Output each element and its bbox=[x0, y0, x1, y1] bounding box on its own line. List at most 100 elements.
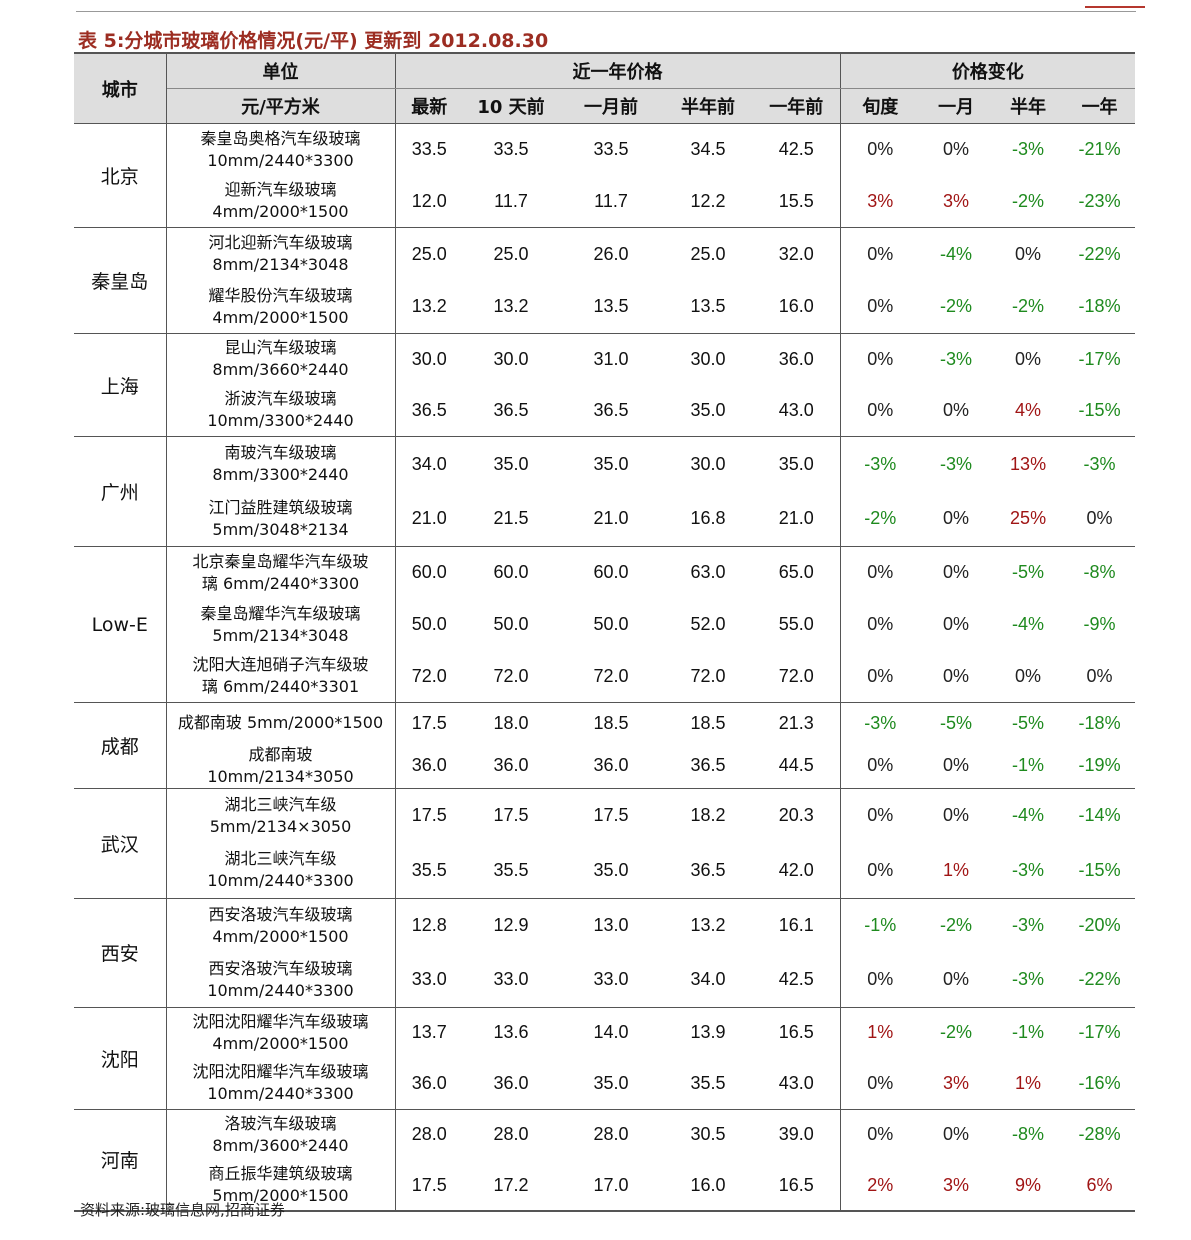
change-cell: 1% bbox=[920, 843, 993, 899]
city-cell: 成都 bbox=[74, 702, 167, 789]
unit-cell: 河北迎新汽车级玻璃 8mm/2134*3048 bbox=[166, 227, 396, 281]
change-cell: -2% bbox=[940, 915, 973, 936]
header-col-10d: 10 天前 bbox=[463, 88, 559, 124]
price-cell: 65.0 bbox=[753, 546, 841, 599]
unit-line: 迎新汽车级玻璃 bbox=[224, 180, 337, 200]
change-cell: 0% bbox=[1015, 243, 1042, 264]
price-cell: 43.0 bbox=[753, 1058, 841, 1110]
change-cell: -23% bbox=[1064, 175, 1136, 228]
change-cell: -28% bbox=[1078, 1124, 1121, 1145]
header-city: 城市 bbox=[74, 52, 167, 124]
table-row: 耀华股份汽车级玻璃 4mm/2000*1500 13.2 13.2 13.5 13.5 16… bbox=[74, 280, 1136, 334]
unit-cell: 沈阳沈阳耀华汽车级玻璃 10mm/2440*3300 bbox=[166, 1058, 396, 1110]
price-cell: 17.0 bbox=[559, 1160, 663, 1212]
price-cell: 50.0 bbox=[411, 614, 447, 634]
price-cell: 44.5 bbox=[753, 743, 841, 789]
price-cell: 35.0 bbox=[663, 384, 753, 437]
city-cell: 北京 bbox=[74, 123, 167, 228]
unit-line: 沈阳沈阳耀华汽车级玻璃 bbox=[192, 1062, 369, 1082]
change-cell: -4% bbox=[940, 243, 973, 264]
unit-cell: 耀华股份汽车级玻璃 4mm/2000*1500 bbox=[166, 280, 396, 334]
price-cell: 36.0 bbox=[559, 743, 663, 789]
unit-cell: 成都南玻 10mm/2134*3050 bbox=[166, 743, 396, 789]
corner-mark bbox=[1085, 0, 1145, 8]
change-cell: 0% bbox=[920, 953, 993, 1008]
price-cell: 13.6 bbox=[493, 1022, 529, 1043]
price-cell: 33.0 bbox=[395, 953, 463, 1008]
unit-cell: 洛玻汽车级玻璃 8mm/3600*2440 bbox=[166, 1109, 396, 1160]
change-cell: 2% bbox=[840, 1160, 921, 1212]
header-col-chg-1m: 一月 bbox=[920, 88, 993, 124]
change-cell: -1% bbox=[1012, 1022, 1045, 1043]
price-cell: 36.5 bbox=[663, 743, 753, 789]
price-cell: 15.5 bbox=[753, 175, 841, 228]
change-cell: 1% bbox=[867, 1022, 894, 1043]
price-cell: 28.0 bbox=[493, 1124, 529, 1145]
unit-line: 浙波汽车级玻璃 bbox=[224, 389, 337, 409]
header-col-chg-1y: 一年 bbox=[1064, 88, 1136, 124]
unit-line: 湖北三峡汽车级 bbox=[224, 849, 337, 869]
unit-line: 璃 6mm/2440*3300 bbox=[201, 573, 360, 593]
unit-cell: 昆山汽车级玻璃 8mm/3660*2440 bbox=[166, 333, 396, 385]
unit-line: 5mm/2134*3048 bbox=[212, 625, 349, 645]
price-cell: 33.0 bbox=[559, 953, 663, 1008]
change-cell: -4% bbox=[1012, 805, 1045, 826]
unit-line: 8mm/3660*2440 bbox=[212, 360, 349, 380]
header-unit-sub: 元/平方米 bbox=[166, 88, 396, 124]
table-row: 武汉 湖北三峡汽车级 5mm/2134×3050 17.5 17.5 17.5 18.2 20… bbox=[74, 788, 1135, 899]
change-cell: 0% bbox=[840, 743, 921, 789]
unit-line: 昆山汽车级玻璃 bbox=[224, 338, 337, 358]
price-cell: 13.2 bbox=[395, 280, 463, 334]
price-cell: 60.0 bbox=[411, 562, 447, 583]
price-cell: 21.0 bbox=[395, 491, 463, 547]
price-cell: 34.0 bbox=[411, 453, 447, 474]
header-col-chg-6m: 半年 bbox=[992, 88, 1065, 124]
price-cell: 36.5 bbox=[559, 384, 663, 437]
price-cell: 35.0 bbox=[559, 843, 663, 899]
price-cell: 36.0 bbox=[463, 1058, 559, 1110]
price-cell: 60.0 bbox=[593, 562, 629, 583]
price-cell: 25.0 bbox=[411, 243, 447, 264]
price-cell: 25.0 bbox=[493, 243, 529, 264]
change-cell: 0% bbox=[867, 1124, 894, 1145]
unit-cell: 湖北三峡汽车级 10mm/2440*3300 bbox=[166, 843, 396, 899]
table-row: 上海 昆山汽车级玻璃 8mm/3660*2440 30.0 30.0 31.0 30.0 36… bbox=[74, 333, 1135, 437]
price-cell: 13.5 bbox=[663, 280, 753, 334]
price-cell: 72.0 bbox=[463, 650, 559, 703]
change-cell: 0% bbox=[867, 243, 894, 264]
price-cell: 35.5 bbox=[395, 843, 463, 899]
table-row: 河南 洛玻汽车级玻璃 8mm/3600*2440 28.0 28.0 28.0 30.5 39… bbox=[74, 1109, 1135, 1212]
unit-line: 商丘振华建筑级玻璃 bbox=[208, 1164, 353, 1183]
unit-line: 秦皇岛奥格汽车级玻璃 bbox=[200, 128, 361, 148]
price-cell: 21.0 bbox=[559, 491, 663, 547]
table-title: 表 5:分城市玻璃价格情况(元/平) 更新到 2012.08.30 bbox=[78, 30, 549, 52]
unit-cell: 秦皇岛耀华汽车级玻璃 5mm/2134*3048 bbox=[166, 598, 396, 651]
price-cell: 30.0 bbox=[690, 453, 726, 474]
change-cell: 0% bbox=[867, 139, 894, 160]
table-row: 北京 秦皇岛奥格汽车级玻璃 10mm/2440*3300 33.5 33.5 33.5 34… bbox=[74, 123, 1135, 228]
change-cell: -1% bbox=[992, 743, 1065, 789]
unit-cell: 湖北三峡汽车级 5mm/2134×3050 bbox=[166, 788, 396, 843]
change-cell: -4% bbox=[1012, 614, 1045, 634]
table-body: 北京 秦皇岛奥格汽车级玻璃 10mm/2440*3300 33.5 33.5 33.5 34… bbox=[74, 123, 1136, 1212]
unit-line: 4mm/2000*1500 bbox=[212, 926, 349, 946]
change-cell: 0% bbox=[867, 614, 894, 634]
change-cell: -15% bbox=[1064, 384, 1136, 437]
price-cell: 39.0 bbox=[753, 1109, 841, 1160]
price-cell: 50.0 bbox=[593, 614, 629, 634]
unit-line: 北京秦皇岛耀华汽车级玻 bbox=[192, 551, 369, 571]
change-cell: -3% bbox=[992, 953, 1065, 1008]
header-col-latest: 最新 bbox=[395, 88, 463, 124]
unit-line: 江门益胜建筑级玻璃 bbox=[208, 497, 353, 517]
unit-line: 成都南玻 5mm/2000*1500 bbox=[177, 713, 384, 733]
change-cell: 0% bbox=[840, 384, 921, 437]
price-cell: 13.5 bbox=[559, 280, 663, 334]
city-cell: 河南 bbox=[74, 1109, 167, 1212]
change-cell: -17% bbox=[1078, 348, 1121, 369]
change-cell: 0% bbox=[867, 348, 894, 369]
change-cell: -2% bbox=[920, 280, 993, 334]
unit-cell: 南玻汽车级玻璃 8mm/3300*2440 bbox=[166, 436, 396, 492]
change-cell: 6% bbox=[1064, 1160, 1136, 1212]
price-cell: 60.0 bbox=[493, 562, 529, 583]
price-cell: 12.8 bbox=[411, 915, 447, 936]
